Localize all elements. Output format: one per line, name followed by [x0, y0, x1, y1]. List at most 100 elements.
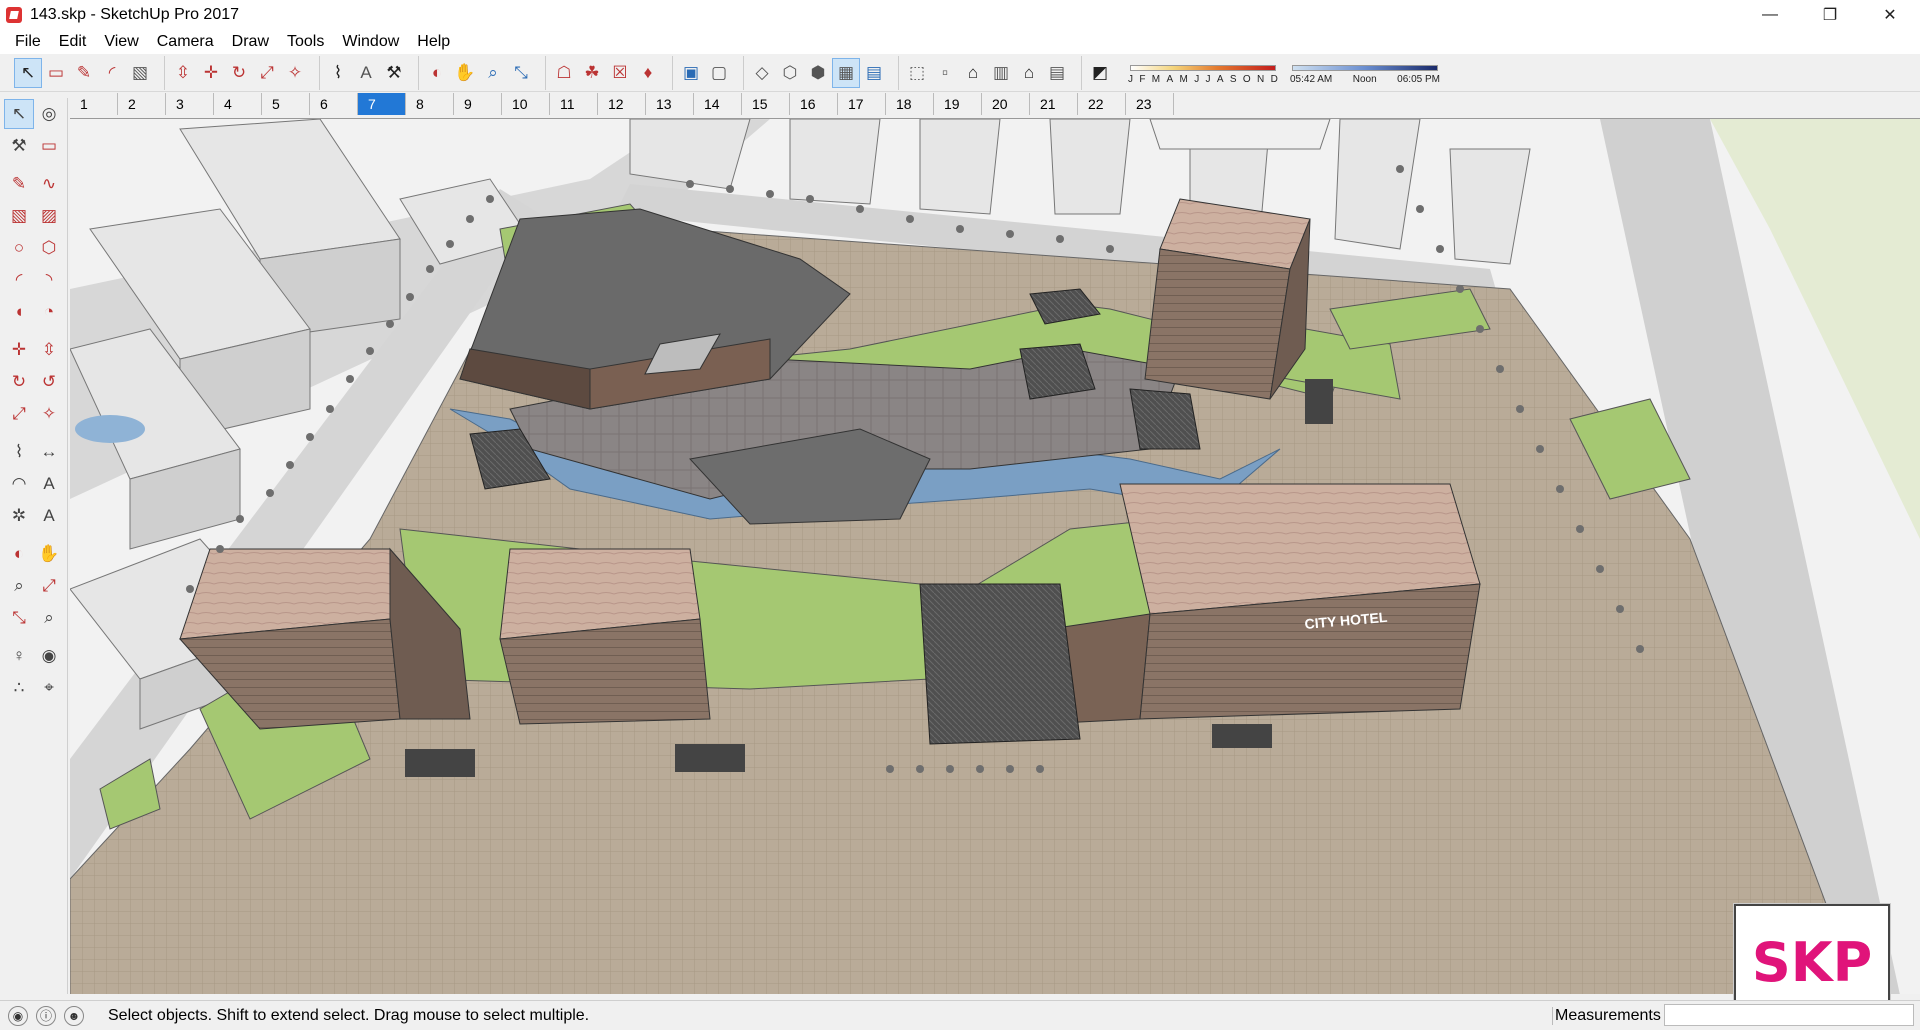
line-icon[interactable]: ✎ — [4, 169, 34, 199]
back-view-icon[interactable]: ⌂ — [1015, 58, 1043, 88]
menu-view[interactable]: View — [95, 30, 147, 54]
rotated-rectangle-icon[interactable]: ▨ — [34, 201, 64, 231]
paint-bucket-icon[interactable]: ⚒ — [4, 131, 34, 161]
scene-tab-17[interactable]: 17 — [838, 93, 886, 115]
hidden-line-icon[interactable]: ⬡ — [776, 58, 804, 88]
dimension-icon[interactable]: ↔ — [34, 437, 64, 467]
warehouse-icon[interactable]: ☖ — [550, 58, 578, 88]
user-account-icon[interactable]: ☻ — [64, 1005, 84, 1026]
three-point-arc-icon[interactable]: ◖ — [4, 297, 34, 327]
scene-tab-18[interactable]: 18 — [886, 93, 934, 115]
select-icon[interactable]: ↖ — [14, 57, 42, 88]
menu-window[interactable]: Window — [333, 30, 408, 54]
pie-icon[interactable]: ◔ — [34, 297, 64, 327]
scene-tab-6[interactable]: 6 — [310, 93, 358, 115]
extension-warehouse-icon[interactable]: ☘ — [578, 58, 606, 88]
menu-edit[interactable]: Edit — [50, 30, 96, 54]
scene-tab-11[interactable]: 11 — [550, 93, 598, 115]
protractor-icon[interactable]: ◠ — [4, 469, 34, 499]
geolocation-icon[interactable]: ◉ — [8, 1005, 28, 1026]
move-icon[interactable]: ✛ — [197, 58, 225, 88]
credits-icon[interactable]: ⓘ — [36, 1005, 56, 1026]
pan-icon[interactable]: ✋ — [34, 539, 64, 569]
push-pull-icon[interactable]: ⇳ — [34, 335, 64, 365]
pan-icon[interactable]: ✋ — [451, 58, 479, 88]
orbit-icon[interactable]: ◐ — [423, 58, 451, 88]
shadows-toggle-icon[interactable]: ◩ — [1086, 58, 1114, 88]
scene-tab-12[interactable]: 12 — [598, 93, 646, 115]
scene-tab-9[interactable]: 9 — [454, 93, 502, 115]
tape-measure-icon[interactable]: ⌇ — [4, 437, 34, 467]
scene-tab-8[interactable]: 8 — [406, 93, 454, 115]
scene-tab-10[interactable]: 10 — [502, 93, 550, 115]
push-pull-icon[interactable]: ⇳ — [169, 58, 197, 88]
scene-tab-14[interactable]: 14 — [694, 93, 742, 115]
walk-icon[interactable]: ∴ — [4, 673, 34, 703]
wireframe-icon[interactable]: ◇ — [748, 58, 776, 88]
rectangle-icon[interactable]: ▧ — [4, 201, 34, 231]
circle-icon[interactable]: ○ — [4, 233, 34, 263]
scene-tab-16[interactable]: 16 — [790, 93, 838, 115]
text-icon[interactable]: A — [34, 469, 64, 499]
scene-tab-23[interactable]: 23 — [1126, 93, 1174, 115]
arc-icon[interactable]: ◜ — [98, 58, 126, 88]
shaded-textures-icon[interactable]: ▦ — [832, 57, 860, 88]
two-point-arc-icon[interactable]: ◝ — [34, 265, 64, 295]
shadow-time-slider[interactable]: 05:42 AM Noon 06:05 PM — [1290, 59, 1440, 87]
text-icon[interactable]: A — [352, 58, 380, 88]
scale-icon[interactable]: ⤢ — [253, 58, 281, 88]
close-button[interactable]: ✕ — [1860, 0, 1920, 30]
menu-tools[interactable]: Tools — [278, 30, 333, 54]
rotate-icon[interactable]: ↻ — [225, 58, 253, 88]
left-view-icon[interactable]: ▤ — [1043, 58, 1071, 88]
shadow-month-slider[interactable]: JFMAMJJASOND — [1128, 59, 1278, 87]
rotate-icon[interactable]: ↻ — [4, 367, 34, 397]
offset-icon[interactable]: ✧ — [34, 399, 64, 429]
scene-tab-5[interactable]: 5 — [262, 93, 310, 115]
scene-tab-4[interactable]: 4 — [214, 93, 262, 115]
scene-tab-21[interactable]: 21 — [1030, 93, 1078, 115]
arc-icon[interactable]: ◜ — [4, 265, 34, 295]
pencil-icon[interactable]: ✎ — [70, 58, 98, 88]
axes-icon[interactable]: ✲ — [4, 501, 34, 531]
paint-bucket-icon[interactable]: ⚒ — [380, 58, 408, 88]
offset-icon[interactable]: ✧ — [281, 58, 309, 88]
follow-me-icon[interactable]: ↺ — [34, 367, 64, 397]
look-around-icon[interactable]: ◉ — [34, 641, 64, 671]
select-icon[interactable]: ↖ — [4, 99, 34, 129]
zoom-extents-icon[interactable]: ⤡ — [4, 603, 34, 633]
back-edges-icon[interactable]: ▢ — [705, 58, 733, 88]
section-plane-icon[interactable]: ⌖ — [34, 673, 64, 703]
freehand-icon[interactable]: ∿ — [34, 169, 64, 199]
previous-view-icon[interactable]: ⌕ — [34, 603, 64, 633]
measurements-input[interactable] — [1664, 1004, 1914, 1026]
iso-view-icon[interactable]: ⬚ — [903, 58, 931, 88]
scene-tab-13[interactable]: 13 — [646, 93, 694, 115]
menu-camera[interactable]: Camera — [148, 30, 223, 54]
xray-icon[interactable]: ▣ — [677, 58, 705, 88]
zoom-extents-icon[interactable]: ⤡ — [507, 58, 535, 88]
restore-button[interactable]: ❐ — [1800, 0, 1860, 30]
scale-icon[interactable]: ⤢ — [4, 399, 34, 429]
scene-tab-1[interactable]: 1 — [70, 93, 118, 115]
orbit-icon[interactable]: ◐ — [4, 539, 34, 569]
component-icon[interactable]: ◎ — [34, 99, 64, 129]
zoom-icon[interactable]: ⌕ — [479, 58, 507, 88]
polygon-icon[interactable]: ⬡ — [34, 233, 64, 263]
scene-tab-2[interactable]: 2 — [118, 93, 166, 115]
menu-help[interactable]: Help — [408, 30, 459, 54]
menu-file[interactable]: File — [6, 30, 50, 54]
scene-tab-7[interactable]: 7 — [358, 93, 406, 115]
position-camera-icon[interactable]: ♀ — [4, 641, 34, 671]
3d-text-icon[interactable]: A — [34, 501, 64, 531]
scene-tab-22[interactable]: 22 — [1078, 93, 1126, 115]
right-view-icon[interactable]: ▥ — [987, 58, 1015, 88]
front-view-icon[interactable]: ⌂ — [959, 58, 987, 88]
zoom-window-icon[interactable]: ⤢ — [34, 571, 64, 601]
shaded-icon[interactable]: ⬢ — [804, 58, 832, 88]
top-view-icon[interactable]: ▫ — [931, 58, 959, 88]
move-icon[interactable]: ✛ — [4, 335, 34, 365]
tape-measure-icon[interactable]: ⌇ — [324, 58, 352, 88]
share-model-icon[interactable]: ☒ — [606, 58, 634, 88]
eraser-icon[interactable]: ▭ — [34, 131, 64, 161]
